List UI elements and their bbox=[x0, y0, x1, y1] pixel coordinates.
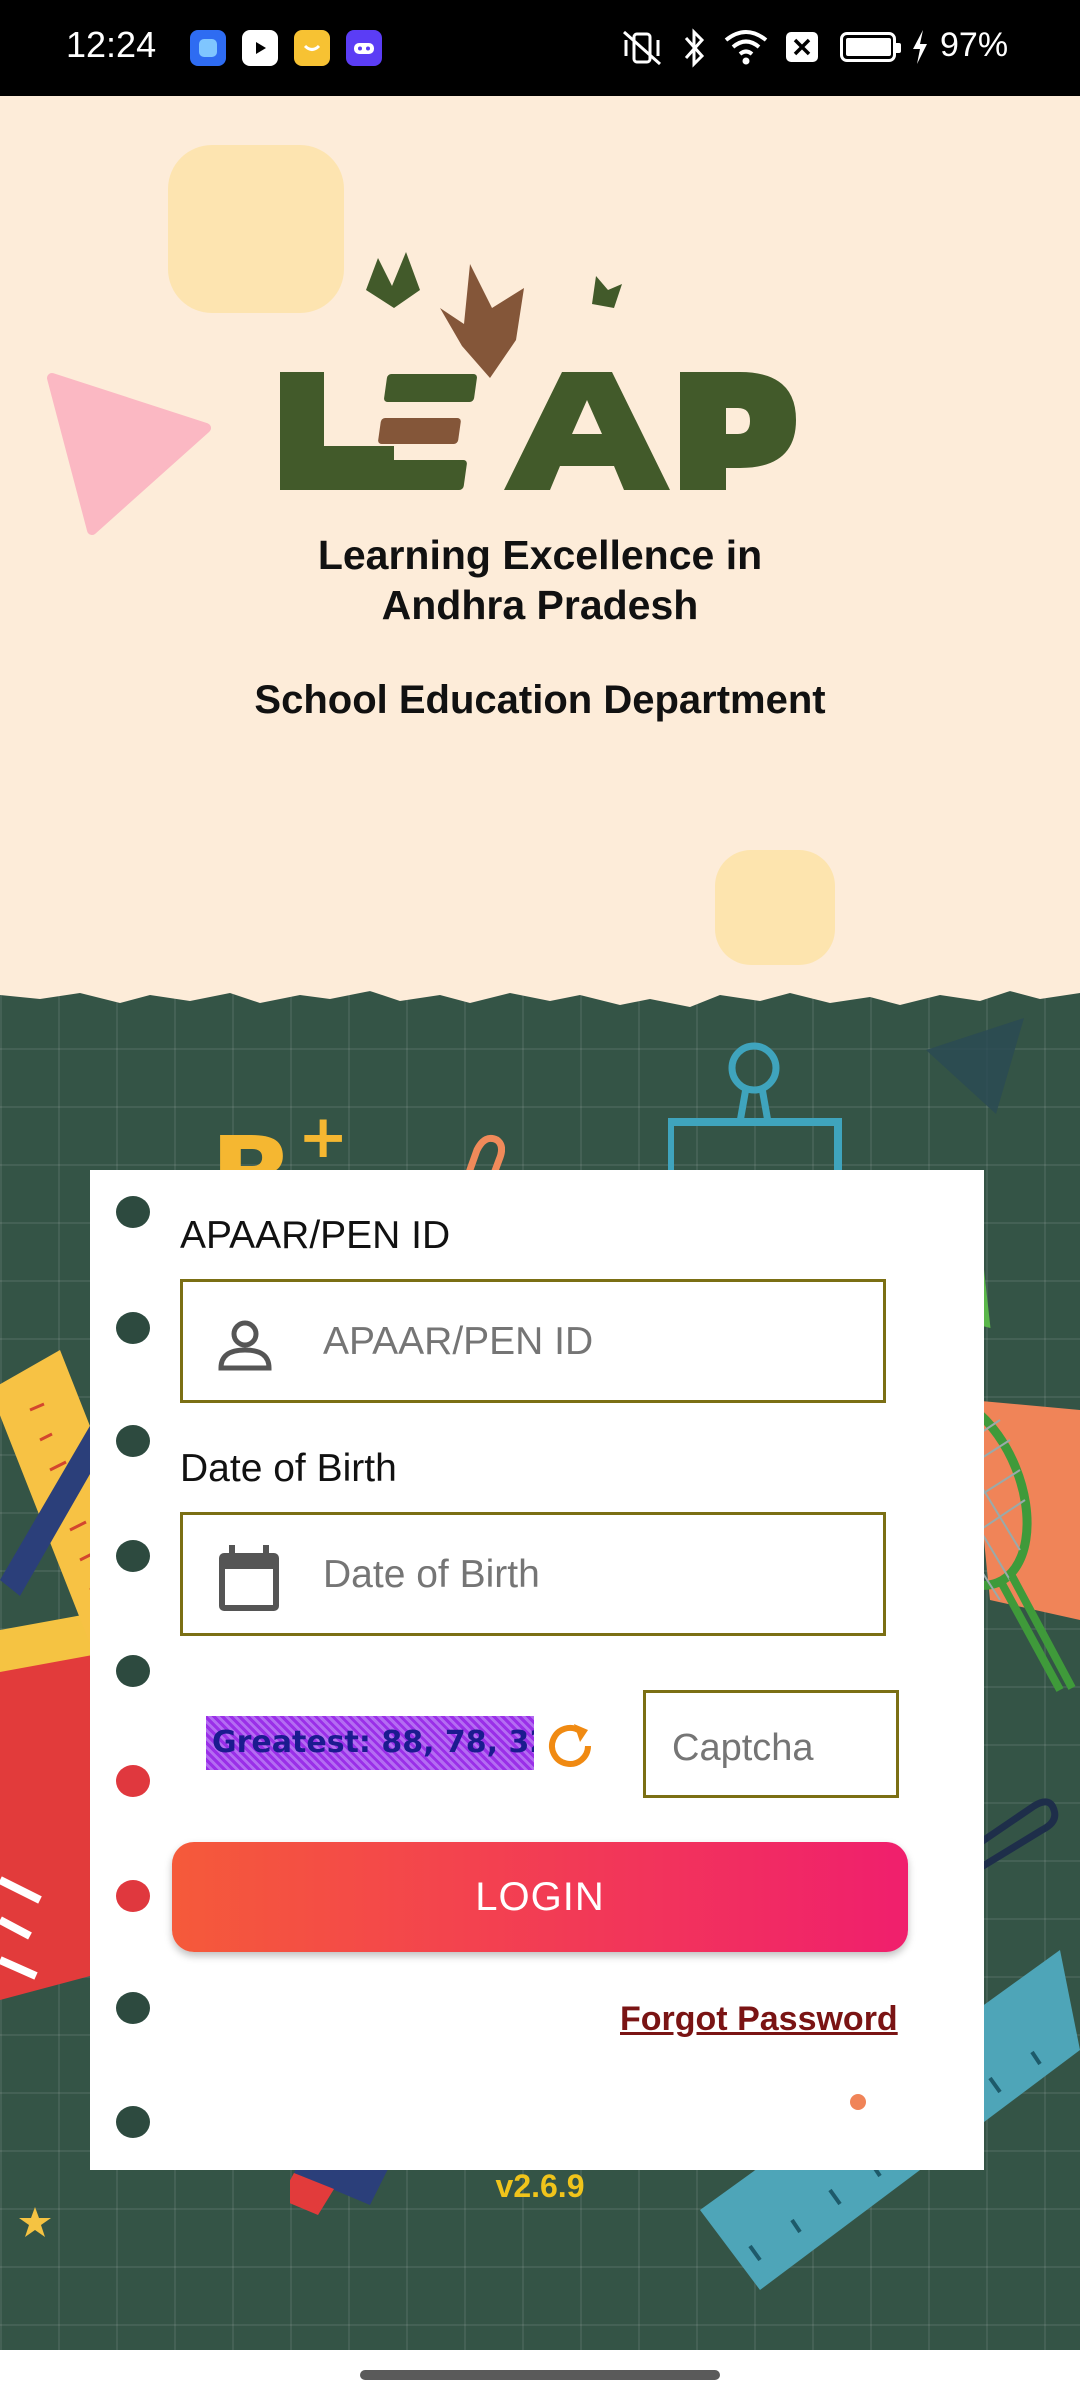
calendar-icon bbox=[217, 1545, 281, 1618]
decor-triangle-pink bbox=[47, 373, 211, 535]
decor-square-yellow-small bbox=[715, 850, 835, 965]
forgot-password-link[interactable]: Forgot Password bbox=[620, 2000, 898, 2039]
status-bar: 12:24 97% bbox=[0, 0, 1080, 96]
binder-hole bbox=[116, 1196, 150, 1228]
captcha-image: Greatest: 88, 78, 32 bbox=[206, 1716, 534, 1770]
decor-dot bbox=[850, 2094, 866, 2110]
binder-hole bbox=[116, 1540, 150, 1572]
status-time: 12:24 bbox=[66, 24, 157, 65]
app-version: v2.6.9 bbox=[495, 2168, 585, 2204]
apaar-id-input[interactable]: APAAR/PEN ID bbox=[180, 1279, 886, 1403]
binder-hole bbox=[116, 2106, 150, 2138]
captcha-placeholder: Captcha bbox=[672, 1727, 814, 1769]
refresh-icon[interactable] bbox=[544, 1720, 596, 1777]
wifi-icon bbox=[724, 28, 768, 71]
app-icon-blue bbox=[190, 30, 226, 66]
login-button[interactable]: LOGIN bbox=[172, 1842, 908, 1952]
home-gesture-handle[interactable] bbox=[360, 2370, 720, 2380]
tagline-line2: Andhra Pradesh bbox=[381, 582, 699, 628]
binder-hole bbox=[116, 1765, 150, 1797]
sim-none-icon bbox=[784, 30, 820, 69]
youtube-icon bbox=[242, 30, 278, 66]
decor-star bbox=[19, 2207, 51, 2237]
battery-percent: 97% bbox=[940, 26, 1009, 64]
binder-hole bbox=[116, 1992, 150, 2024]
torn-paper-edge bbox=[0, 965, 1080, 1007]
decor-binder-clip bbox=[668, 1042, 842, 1184]
captcha-input[interactable]: Captcha bbox=[643, 1690, 899, 1798]
chat-app-icon bbox=[294, 30, 330, 66]
binder-hole bbox=[116, 1312, 150, 1344]
leap-logo bbox=[270, 228, 810, 508]
department-title: School Education Department bbox=[254, 678, 826, 722]
apaar-id-placeholder: APAAR/PEN ID bbox=[323, 1320, 594, 1363]
svg-text:+: + bbox=[298, 1105, 348, 1172]
person-icon bbox=[217, 1318, 273, 1377]
charging-icon bbox=[910, 28, 930, 71]
decor-triangle-dark bbox=[926, 1018, 1024, 1114]
binder-hole bbox=[116, 1880, 150, 1912]
binder-hole bbox=[116, 1425, 150, 1457]
apaar-id-label: APAAR/PEN ID bbox=[180, 1214, 451, 1257]
game-app-icon bbox=[346, 30, 382, 66]
dob-label: Date of Birth bbox=[180, 1447, 397, 1490]
binder-hole bbox=[116, 1655, 150, 1687]
battery-icon bbox=[840, 32, 901, 62]
dob-input[interactable]: Date of Birth bbox=[180, 1512, 886, 1636]
dob-placeholder: Date of Birth bbox=[323, 1553, 540, 1596]
tagline-line1: Learning Excellence in bbox=[317, 532, 763, 578]
bluetooth-icon bbox=[682, 28, 708, 73]
mute-vibrate-icon bbox=[620, 30, 664, 71]
